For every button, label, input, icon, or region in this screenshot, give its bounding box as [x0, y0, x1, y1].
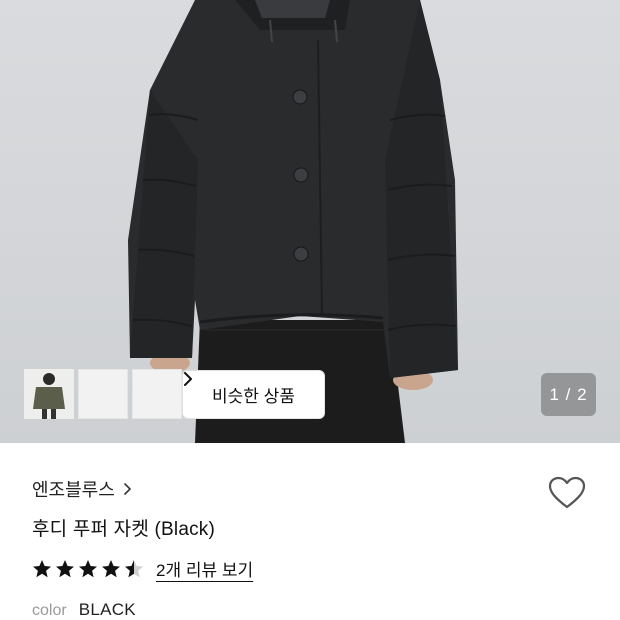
similar-products-button[interactable]: 비슷한 상품 [182, 370, 325, 419]
thumbnail-khaki-jacket[interactable] [24, 369, 182, 419]
similar-products-label: 비슷한 상품 [212, 387, 295, 406]
star-rating [32, 559, 144, 579]
thumbnail-black-jacket[interactable] [24, 369, 128, 419]
product-main-image[interactable]: 비슷한 상품 1 / 2 [0, 0, 620, 443]
heart-icon[interactable] [547, 474, 587, 514]
product-title: 후디 푸퍼 자켓 (Black) [32, 519, 216, 540]
chevron-right-icon [184, 372, 192, 386]
image-counter: 1 / 2 [541, 373, 596, 416]
star-full-icon [33, 559, 51, 577]
rating-row: 2개 리뷰 보기 [32, 556, 253, 581]
brand-link[interactable]: 엔조블루스 [32, 476, 132, 502]
star-half-icon [125, 559, 143, 577]
color-option-row: color BLACK [32, 600, 136, 620]
thumbnail-strip [24, 369, 182, 419]
star-full-icon [79, 559, 97, 577]
view-reviews-link[interactable]: 2개 리뷰 보기 [156, 556, 253, 581]
color-label: color [32, 602, 67, 619]
color-value: BLACK [78, 600, 136, 619]
chevron-right-icon [124, 483, 131, 495]
star-full-icon [56, 559, 74, 577]
star-full-icon [102, 559, 120, 577]
brand-name: 엔조블루스 [32, 480, 115, 500]
